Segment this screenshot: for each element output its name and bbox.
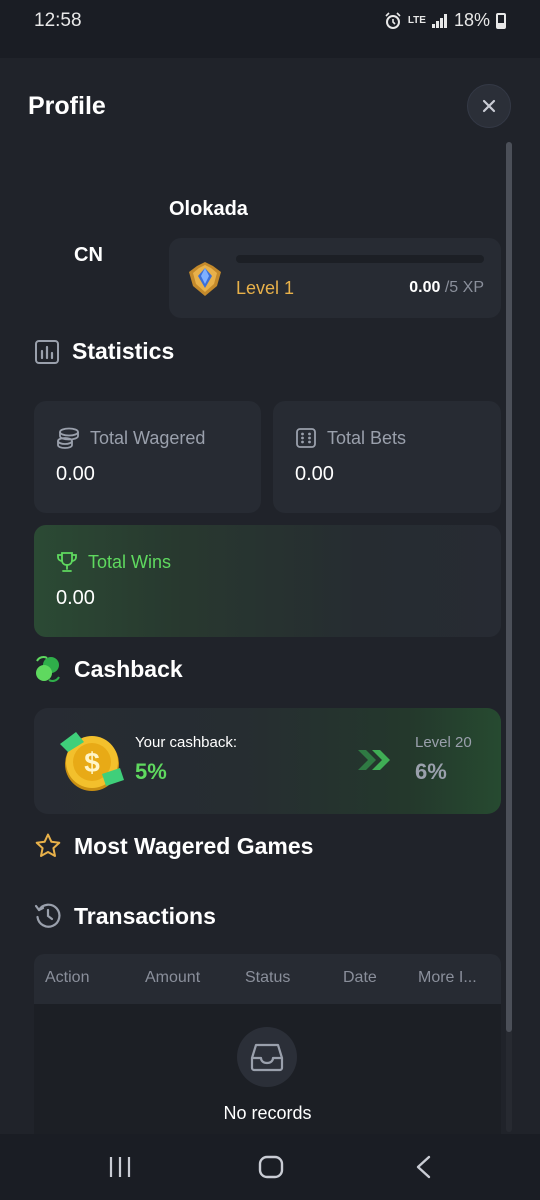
username: Olokada [169, 198, 248, 220]
status-bar: 12:58 LTE 18% [0, 0, 540, 44]
bar-chart-icon [35, 339, 59, 364]
avatar: CN [74, 244, 103, 266]
total-wins-label-row: Total Wins [56, 551, 171, 573]
total-bets-label-row: Total Bets [295, 427, 406, 449]
column-header-date: Date [343, 969, 377, 986]
column-header-status: Status [245, 969, 291, 986]
statistics-title: Statistics [72, 338, 175, 364]
battery-icon [496, 12, 506, 29]
status-icons: LTE 18% [384, 10, 506, 31]
xp-current: 0.00 [409, 279, 441, 296]
transactions-table: Action Amount Status Date More I... No r… [34, 954, 501, 1134]
total-wagered-card: Total Wagered 0.00 [34, 401, 261, 513]
cashback-title: Cashback [74, 655, 183, 682]
xp-progress-bar [236, 255, 484, 263]
xp-total: /5 XP [444, 279, 484, 296]
total-bets-label: Total Bets [327, 427, 407, 448]
transactions-heading: Transactions [34, 902, 216, 930]
empty-inbox-badge [237, 1027, 297, 1087]
next-cashback-level-value: 6% [415, 759, 447, 784]
trophy-icon [57, 552, 77, 572]
transactions-title: Transactions [74, 902, 216, 929]
level-badge-icon [189, 262, 221, 296]
cashback-icon [36, 656, 60, 682]
svg-text:$: $ [84, 747, 100, 778]
total-wins-card: Total Wins 0.00 [34, 525, 501, 637]
history-icon [34, 903, 61, 928]
total-wagered-label: Total Wagered [90, 427, 206, 448]
star-icon [35, 833, 61, 857]
transactions-table-header: Action Amount Status Date More I... [34, 954, 501, 1004]
inbox-icon [250, 1043, 284, 1072]
scrollbar-thumb[interactable] [506, 142, 512, 1032]
recent-apps-icon[interactable] [108, 1156, 132, 1178]
total-wagered-label-row: Total Wagered [56, 427, 205, 449]
level-card: Level 1 0.00 /5 XP [169, 238, 501, 318]
total-bets-value: 0.00 [295, 463, 334, 485]
total-wins-value: 0.00 [56, 587, 95, 609]
home-icon[interactable] [258, 1155, 284, 1179]
close-icon [482, 99, 496, 113]
system-nav-bar [0, 1134, 540, 1200]
coins-icon [57, 427, 79, 449]
double-chevron-right-icon [358, 750, 390, 770]
signal-icon [431, 13, 447, 28]
cashback-coin-icon: $ [60, 732, 124, 791]
most-wagered-title: Most Wagered Games [74, 832, 314, 859]
total-wins-label: Total Wins [88, 551, 172, 572]
next-cashback-level-label: Level 20 [415, 734, 472, 751]
xp-text: 0.00 /5 XP [409, 279, 484, 297]
empty-state-text: No records [223, 1103, 312, 1123]
column-header-amount: Amount [145, 969, 201, 986]
your-cashback-label: Your cashback: [135, 734, 238, 751]
level-label: Level 1 [236, 278, 295, 298]
cashback-card: $ Your cashback: 5% Level 20 6% [34, 708, 501, 814]
battery-percent: 18% [453, 10, 490, 30]
dice-icon [296, 428, 316, 448]
statistics-heading: Statistics [34, 338, 174, 365]
page-title: Profile [28, 92, 106, 120]
total-wagered-value: 0.00 [56, 463, 95, 485]
your-cashback-value: 5% [135, 759, 167, 784]
column-header-more-info: More I... [418, 969, 477, 986]
total-bets-card: Total Bets 0.00 [273, 401, 501, 513]
back-icon[interactable] [414, 1155, 432, 1179]
status-time: 12:58 [34, 10, 82, 31]
most-wagered-heading: Most Wagered Games [34, 832, 313, 860]
network-type: LTE [407, 14, 426, 26]
profile-panel: Profile Olokada CN Level 1 0.00 /5 XP St… [0, 58, 540, 1134]
close-button[interactable] [467, 84, 511, 128]
column-header-action: Action [45, 969, 90, 986]
cashback-heading: Cashback [34, 655, 183, 683]
alarm-icon [385, 11, 401, 29]
